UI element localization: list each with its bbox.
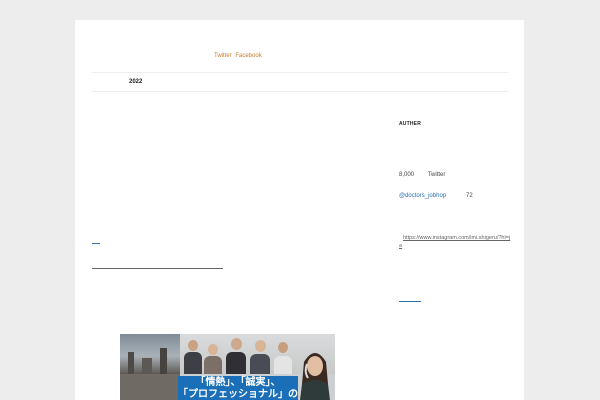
city-view-photo <box>120 334 180 374</box>
followers-label: Twitter <box>427 172 446 178</box>
instagram-link[interactable]: https://www.instagram.com/imi.shigeru/?h… <box>399 234 511 250</box>
followers-count: 8,000 <box>399 172 415 178</box>
twitter-handle-link[interactable]: @doctors_jobhop <box>399 193 446 199</box>
facebook-link[interactable]: Facebook <box>235 53 261 59</box>
content-link-short[interactable] <box>92 243 100 244</box>
archive-year[interactable]: 2022 <box>129 79 142 85</box>
twitter-link[interactable]: Twitter <box>214 53 232 59</box>
sidebar-stats: 8,000 Twitter <box>399 172 445 178</box>
divider-bottom <box>92 91 508 92</box>
recruit-banner-image[interactable]: 「情熱」、「誠実」、 「プロフェッショナル」の追求 <box>120 334 335 400</box>
woman-on-phone-illustration <box>300 353 330 400</box>
content-link-long[interactable] <box>92 268 223 269</box>
banner-caption-line1: 「情熱」、「誠実」、 <box>195 377 281 388</box>
social-links: Twitter Facebook <box>214 53 264 59</box>
article-page: Twitter Facebook 2022 AUTHER 8,000 Twitt… <box>75 20 524 400</box>
divider-top <box>92 72 508 73</box>
sidebar-link[interactable] <box>399 301 421 302</box>
handle-count: 72 <box>466 193 473 199</box>
banner-caption: 「情熱」、「誠実」、 「プロフェッショナル」の追求 <box>178 376 298 400</box>
banner-caption-line2: 「プロフェッショナル」の追求 <box>178 389 298 400</box>
sidebar-title: AUTHER <box>399 121 422 127</box>
banner-person-left <box>120 374 180 400</box>
